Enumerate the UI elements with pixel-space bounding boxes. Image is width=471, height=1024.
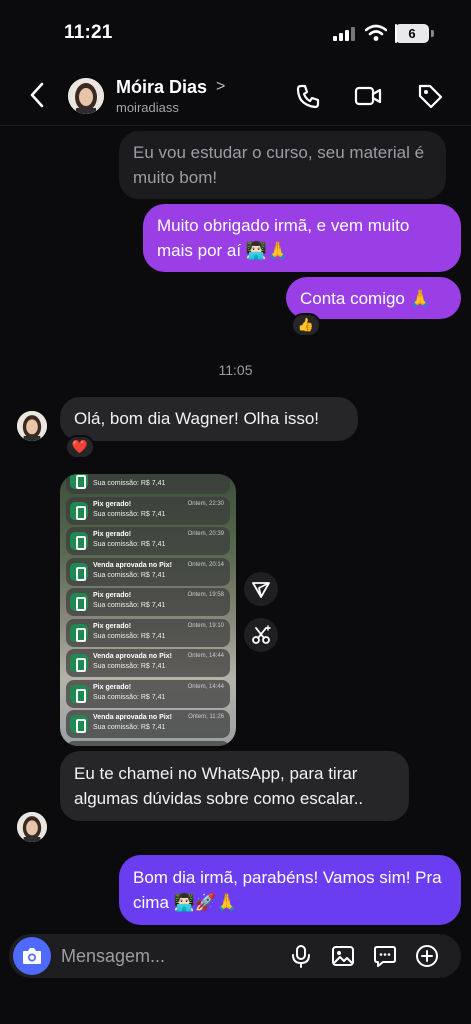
battery-indicator: 6 <box>395 24 429 43</box>
notification-time: Ontem, 20:14 <box>187 561 224 568</box>
avatar[interactable] <box>17 812 47 842</box>
share-button[interactable] <box>244 572 278 606</box>
notification-body: Sua comissão: R$ 7,41 <box>93 693 166 701</box>
app-icon <box>70 623 88 642</box>
app-icon <box>70 715 88 733</box>
app-icon <box>70 501 88 520</box>
tag-icon[interactable] <box>416 82 444 110</box>
app-icon <box>70 593 88 611</box>
contact-handle[interactable]: moiradiass <box>116 100 179 115</box>
notification-card: Pix gerado! Sua comissão: R$ 7,41 Ontem, 2… <box>66 527 230 555</box>
notification-title: Pix gerado! <box>93 683 132 691</box>
microphone-icon[interactable] <box>289 944 313 968</box>
wifi-icon <box>365 24 387 41</box>
battery-label: 6 <box>408 26 416 41</box>
notification-title: Venda aprovada no Pix! <box>93 653 172 660</box>
chat-header: Móira Dias > moiradiass <box>0 66 471 126</box>
notification-time: Ontem, 14:44 <box>187 683 224 690</box>
notification-body: Sua comissão: R$ 7,41 <box>93 571 166 579</box>
notification-card: Sua comissão: R$ 7,41 <box>66 474 230 494</box>
avatar[interactable] <box>17 411 47 441</box>
notification-title: Pix gerado! <box>93 622 132 630</box>
message-outgoing[interactable]: Muito obrigado irmã, e vem muito mais po… <box>143 204 461 272</box>
app-icon <box>70 745 88 746</box>
avatar-photo <box>17 812 47 842</box>
battery-level <box>395 24 398 43</box>
notification-body: Sua comissão: R$ 7,41 <box>93 541 166 548</box>
back-icon[interactable] <box>26 80 50 110</box>
app-icon <box>70 684 88 703</box>
status-bar: 11:21 6 <box>0 0 471 64</box>
avatar-photo <box>17 411 47 441</box>
notification-card: Venda aprovada no Pix! Sua comissão: R$ 7… <box>66 710 230 738</box>
status-time: 11:21 <box>64 22 113 43</box>
reaction-badge[interactable]: 👍 <box>291 313 321 337</box>
edit-button[interactable] <box>244 618 278 652</box>
app-icon <box>70 562 88 581</box>
reaction-badge[interactable]: ❤️ <box>65 435 95 459</box>
battery-tip <box>431 30 434 37</box>
message-incoming[interactable]: Eu vou estudar o curso, seu material é m… <box>119 131 446 199</box>
notification-title: Venda aprovada no Pix! <box>93 714 172 721</box>
notification-title: Pix gerado! <box>93 592 132 599</box>
notification-body: Sua comissão: R$ 7,41 <box>93 510 166 518</box>
notification-body: Sua comissão: R$ 7,41 <box>93 602 166 609</box>
notification-time: Ontem, 19:58 <box>187 592 224 598</box>
add-icon[interactable] <box>415 944 439 968</box>
message-composer <box>9 934 461 978</box>
notification-card: Pix gerado! Sua comissão: R$ 7,41 Ontem, 1… <box>66 618 230 647</box>
message-outgoing[interactable]: Bom dia irmã, parabéns! Vamos sim! Pra c… <box>119 855 461 925</box>
timestamp: 11:05 <box>218 362 253 378</box>
sticker-chat-icon[interactable] <box>373 944 397 968</box>
notification-body: Sua comissão: R$ 7,41 <box>93 724 166 731</box>
camera-button[interactable] <box>13 937 51 975</box>
contact-name[interactable]: Móira Dias <box>116 77 207 98</box>
scissors-icon <box>252 625 271 644</box>
notification-card: Pix gerado! Sua comissão: R$ 7,41 Ontem, 2… <box>66 496 230 525</box>
notification-card: Pix gerado! Sua comissão: R$ 7,41 Ontem, 1… <box>66 588 230 616</box>
send-icon <box>252 582 270 598</box>
notification-time: Ontem, 14:44 <box>187 653 224 659</box>
notification-title: Venda aprovada no Pix! <box>93 561 172 569</box>
notification-title: Pix gerado! <box>93 531 132 538</box>
notification-body: Sua comissão: R$ 7,41 <box>93 480 166 487</box>
avatar-photo <box>68 78 104 114</box>
notification-card: Venda aprovada no Pix! Sua comissão: R$ 7… <box>66 557 230 586</box>
image-icon[interactable] <box>331 944 355 968</box>
notification-time: Ontem, 20:39 <box>187 531 224 537</box>
video-icon[interactable] <box>354 82 382 110</box>
avatar[interactable] <box>68 78 104 114</box>
cellular-signal-icon <box>333 27 355 41</box>
chevron-right-icon[interactable]: > <box>216 78 225 96</box>
notification-card: Pix gerado! Sua comissão: R$ 7,41 Ontem, 1… <box>66 679 230 708</box>
notification-time: Ontem, 22:30 <box>187 500 224 507</box>
app-icon <box>70 532 88 550</box>
shared-image[interactable]: Sua comissão: R$ 7,41 Pix gerado! Sua comi… <box>60 474 236 746</box>
notification-title: Pix gerado! <box>93 500 132 508</box>
notification-card: Sua comissão: R$ 7,41 <box>66 740 230 746</box>
notification-time: Ontem, 19:10 <box>187 622 224 629</box>
message-incoming[interactable]: Olá, bom dia Wagner! Olha isso! <box>60 397 358 441</box>
camera-icon <box>23 948 41 964</box>
message-incoming[interactable]: Eu te chamei no WhatsApp, para tirar alg… <box>60 751 409 821</box>
app-icon <box>70 474 88 489</box>
message-input[interactable] <box>61 934 281 978</box>
notification-card: Venda aprovada no Pix! Sua comissão: R$ 7… <box>66 649 230 677</box>
phone-icon[interactable] <box>294 82 322 110</box>
notification-body: Sua comissão: R$ 7,41 <box>93 632 166 640</box>
notification-body: Sua comissão: R$ 7,41 <box>93 663 166 670</box>
notification-time: Ontem, 11:26 <box>188 714 224 720</box>
app-icon <box>70 654 88 672</box>
